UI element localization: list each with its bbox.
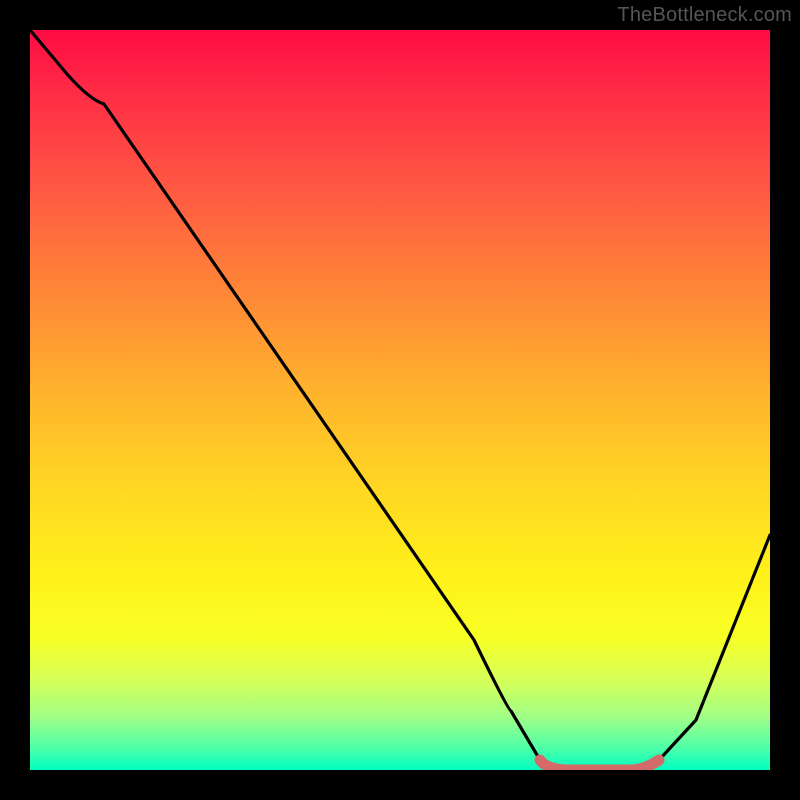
curve-svg [30, 30, 770, 770]
plot-area [30, 30, 770, 770]
flat-segment-highlight [540, 760, 659, 770]
chart-container: TheBottleneck.com [0, 0, 800, 800]
watermark-text: TheBottleneck.com [617, 4, 792, 27]
bottleneck-curve [30, 30, 770, 770]
